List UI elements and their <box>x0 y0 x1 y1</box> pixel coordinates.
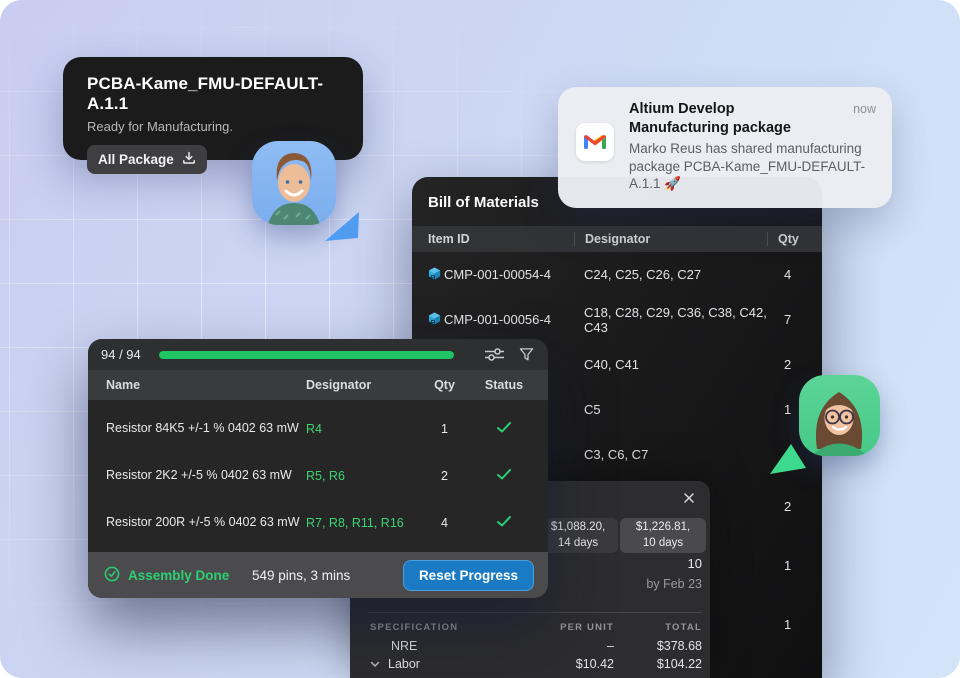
bom-qty: 2 <box>777 357 806 372</box>
assembly-progress-fill <box>159 351 454 359</box>
assembly-progress-card: 94 / 94 Name Designator Qty Status Resis… <box>88 339 548 598</box>
table-row[interactable]: B CMP-001-00054-4 C24, C25, C26, C27 4 <box>412 252 822 297</box>
asm-qty: 4 <box>411 516 478 530</box>
all-package-download-button[interactable]: All Package <box>87 145 207 174</box>
bom-designator: C40, C41 <box>584 357 777 372</box>
spec-row-per-unit: – <box>524 637 614 655</box>
bom-item-id-text: CMP-001-00054-4 <box>444 267 551 282</box>
gmail-icon <box>576 123 614 161</box>
spec-col-specification: SPECIFICATION <box>370 619 524 637</box>
marketing-canvas: Bill of Materials Item ID Designator Qty… <box>0 0 960 678</box>
download-button-label: All Package <box>98 152 174 167</box>
assembly-status: Assembly Done <box>104 566 229 585</box>
bom-item-id-text: CMP-001-00056-4 <box>444 312 551 327</box>
component-cube-icon: B <box>428 267 441 283</box>
reset-progress-button[interactable]: Reset Progress <box>403 560 534 591</box>
bom-col-item-id: Item ID <box>418 232 584 246</box>
spec-row-total: $378.68 <box>614 637 702 655</box>
table-row[interactable]: Resistor 200R +/-5 % 0402 63 mW R7, R8, … <box>88 499 548 546</box>
asm-name: Resistor 84K5 +/-1 % 0402 63 mW <box>106 419 306 437</box>
asm-col-qty: Qty <box>411 378 478 392</box>
asm-name: Resistor 2K2 +/-5 % 0402 63 mW <box>106 466 306 484</box>
asm-name: Resistor 200R +/-5 % 0402 63 mW <box>106 513 306 531</box>
assembly-progress-bar <box>159 351 454 359</box>
spec-row-name: Labor <box>388 655 420 673</box>
bom-designator: C3, C6, C7 <box>584 447 777 462</box>
asm-col-name: Name <box>106 378 306 392</box>
bom-qty: 1 <box>777 558 806 573</box>
divider <box>368 612 702 613</box>
check-icon <box>478 516 530 530</box>
bom-qty: 7 <box>777 312 806 327</box>
quote-spec-table: SPECIFICATION PER UNIT TOTAL NRE – $378.… <box>350 619 710 673</box>
quote-option-1-button[interactable]: $1,088.20, 14 days <box>538 518 618 553</box>
assembly-rows: Resistor 84K5 +/-1 % 0402 63 mW R4 1 Res… <box>88 400 548 546</box>
asm-designator: R7, R8, R11, R16 <box>306 516 411 530</box>
bom-header-row: Item ID Designator Qty <box>412 226 822 252</box>
assembly-toolbar: 94 / 94 <box>88 339 548 370</box>
spec-col-total: TOTAL <box>614 619 702 637</box>
check-icon <box>478 469 530 483</box>
avatar <box>252 141 336 225</box>
component-cube-icon: B <box>428 312 441 328</box>
table-row[interactable]: B CMP-001-00056-4 C18, C28, C29, C36, C3… <box>412 297 822 342</box>
table-row[interactable]: Resistor 2K2 +/-5 % 0402 63 mW R5, R6 2 <box>88 452 548 499</box>
tune-icon[interactable] <box>485 347 504 362</box>
check-icon <box>478 422 530 436</box>
quote-due-date: by Feb 23 <box>646 577 702 591</box>
asm-designator: R4 <box>306 422 411 436</box>
bom-qty: 2 <box>777 499 806 514</box>
assembly-footer: Assembly Done 549 pins, 3 mins Reset Pro… <box>88 552 548 598</box>
bom-designator: C24, C25, C26, C27 <box>584 267 777 282</box>
collaborator-cursor-icon <box>325 212 361 248</box>
svg-text:B: B <box>431 274 436 279</box>
chevron-down-icon[interactable] <box>370 655 380 673</box>
filter-icon[interactable] <box>519 347 534 362</box>
check-circle-icon <box>104 566 120 585</box>
svg-text:B: B <box>431 319 436 324</box>
avatar <box>799 375 880 456</box>
bom-designator: C5 <box>584 402 777 417</box>
table-row[interactable]: Resistor 84K5 +/-1 % 0402 63 mW R4 1 <box>88 405 548 452</box>
bom-qty: 4 <box>777 267 806 282</box>
notification-title: Altium Develop Manufacturing package <box>629 100 805 138</box>
asm-col-status: Status <box>478 378 530 392</box>
close-icon[interactable] <box>679 488 699 508</box>
spec-row-name: NRE <box>370 637 524 655</box>
notification-time: now <box>853 102 876 116</box>
quote-option-lead-time: 14 days <box>558 536 598 552</box>
quote-quantity: 10 <box>688 556 702 571</box>
quote-option-lead-time: 10 days <box>643 536 683 552</box>
bom-item-id: B CMP-001-00056-4 <box>428 312 584 328</box>
download-icon <box>182 151 196 168</box>
assembly-summary: 549 pins, 3 mins <box>229 568 403 583</box>
release-title: PCBA-Kame_FMU-DEFAULT-A.1.1 <box>87 74 339 114</box>
assembly-counter: 94 / 94 <box>101 347 155 362</box>
release-subtitle: Ready for Manufacturing. <box>87 119 339 134</box>
asm-designator: R5, R6 <box>306 469 411 483</box>
collaborator-cursor-icon <box>770 444 808 481</box>
spec-row-per-unit: $10.42 <box>524 655 614 673</box>
quote-option-price: $1,226.81, <box>636 520 690 536</box>
quote-option-2-button[interactable]: $1,226.81, 10 days <box>620 518 706 553</box>
spec-col-per-unit: PER UNIT <box>524 619 614 637</box>
assembly-status-label: Assembly Done <box>128 568 229 583</box>
bom-col-qty: Qty <box>767 232 806 246</box>
asm-qty: 2 <box>411 469 478 483</box>
quote-option-price: $1,088.20, <box>551 520 605 536</box>
asm-qty: 1 <box>411 422 478 436</box>
bom-designator: C18, C28, C29, C36, C38, C42, C43 <box>584 305 777 335</box>
bom-qty: 1 <box>777 617 806 632</box>
asm-col-designator: Designator <box>306 378 411 392</box>
assembly-header-row: Name Designator Qty Status <box>88 370 548 400</box>
bom-col-designator: Designator <box>574 232 777 246</box>
bom-item-id: B CMP-001-00054-4 <box>428 267 584 283</box>
notification-body: Marko Reus has shared manufacturing pack… <box>629 140 876 193</box>
spec-row-total: $104.22 <box>614 655 702 673</box>
notification-card[interactable]: now Altium Develop Manufacturing package… <box>558 87 892 208</box>
